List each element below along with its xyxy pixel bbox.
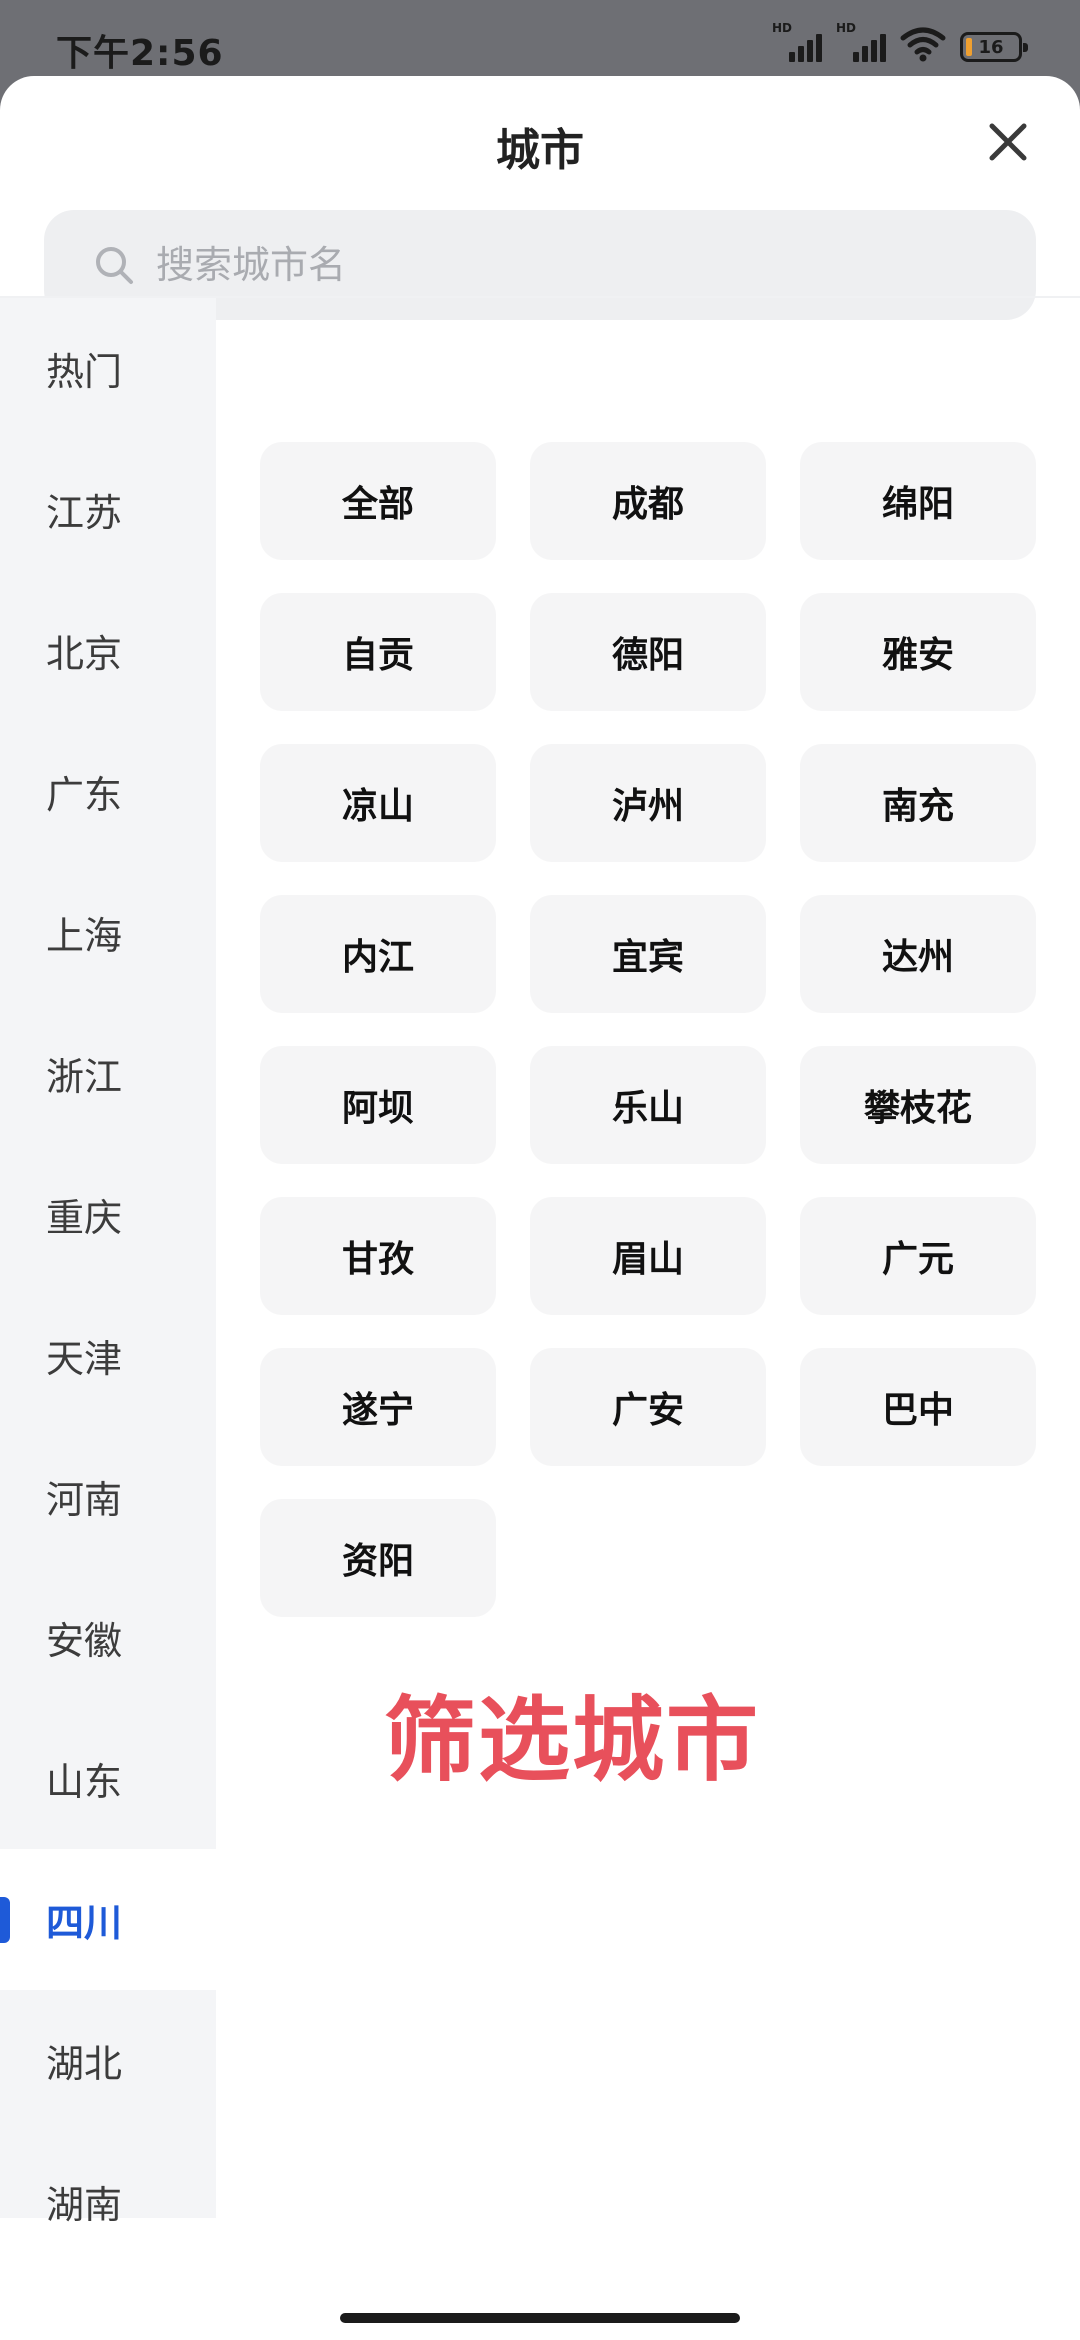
search-icon [92, 243, 136, 287]
city-button[interactable]: 广元 [800, 1197, 1036, 1315]
search-input[interactable] [154, 242, 938, 288]
city-button[interactable]: 达州 [800, 895, 1036, 1013]
city-button[interactable]: 绵阳 [800, 442, 1036, 560]
city-button[interactable]: 内江 [260, 895, 496, 1013]
annotation-label: 筛选城市 [384, 1687, 761, 1794]
sidebar-item-chongqing[interactable]: 重庆 [0, 1144, 216, 1285]
city-button[interactable]: 攀枝花 [800, 1046, 1036, 1164]
city-button[interactable]: 巴中 [800, 1348, 1036, 1466]
sidebar-item-label: 上海 [46, 914, 123, 958]
sidebar-item-shanghai[interactable]: 上海 [0, 862, 216, 1003]
sidebar-item-beijing[interactable]: 北京 [0, 580, 216, 721]
sidebar-item-jiangsu[interactable]: 江苏 [0, 439, 216, 580]
city-button[interactable]: 雅安 [800, 593, 1036, 711]
city-button[interactable]: 泸州 [530, 744, 766, 862]
city-grid: 全部 成都 绵阳 自贡 德阳 雅安 凉山 泸州 南充 内江 宜宾 达州 阿坝 乐… [260, 442, 1036, 1617]
sidebar-item-label: 山东 [46, 1760, 123, 1804]
sidebar-item-label: 四川 [46, 1901, 123, 1945]
city-picker-sheet: 城市 热门 江苏 北京 广东 上海 浙江 重庆 天津 河南 安徽 山东 四川 湖… [0, 76, 1080, 2340]
city-button[interactable]: 南充 [800, 744, 1036, 862]
sidebar-item-label: 浙江 [46, 1055, 123, 1099]
signal-icon: HD [836, 22, 886, 62]
city-button[interactable]: 全部 [260, 442, 496, 560]
city-button[interactable]: 宜宾 [530, 895, 766, 1013]
sidebar-item-anhui[interactable]: 安徽 [0, 1567, 216, 1708]
sidebar-item-label: 重庆 [46, 1196, 123, 1240]
city-button[interactable]: 资阳 [260, 1499, 496, 1617]
sidebar-item-label: 北京 [46, 632, 123, 676]
city-button[interactable]: 遂宁 [260, 1348, 496, 1466]
city-button[interactable]: 眉山 [530, 1197, 766, 1315]
city-button[interactable]: 甘孜 [260, 1197, 496, 1315]
sidebar-item-tianjin[interactable]: 天津 [0, 1285, 216, 1426]
network-type-label: HD [836, 21, 857, 35]
sidebar-item-label: 热门 [46, 350, 123, 394]
status-time: 下午2:56 [56, 33, 224, 74]
sidebar-item-label: 天津 [46, 1337, 123, 1381]
sidebar-item-label: 广东 [46, 773, 123, 817]
city-button[interactable]: 乐山 [530, 1046, 766, 1164]
province-sidebar: 热门 江苏 北京 广东 上海 浙江 重庆 天津 河南 安徽 山东 四川 湖北 湖… [0, 298, 216, 2227]
network-type-label: HD [772, 21, 793, 35]
sidebar-item-zhejiang[interactable]: 浙江 [0, 1003, 216, 1144]
status-bar: 下午2:56 HD HD 16 [0, 0, 1080, 76]
sidebar-item-hunan[interactable]: 湖南 [0, 2131, 216, 2272]
sheet-title: 城市 [496, 125, 584, 176]
battery-level: 16 [978, 36, 1004, 58]
sidebar-item-hubei[interactable]: 湖北 [0, 1990, 216, 2131]
sidebar-item-guangdong[interactable]: 广东 [0, 721, 216, 862]
city-button[interactable]: 成都 [530, 442, 766, 560]
sidebar-item-label: 江苏 [46, 491, 123, 535]
city-button[interactable]: 德阳 [530, 593, 766, 711]
sidebar-item-label: 河南 [46, 1478, 123, 1522]
city-button[interactable]: 广安 [530, 1348, 766, 1466]
city-button[interactable]: 阿坝 [260, 1046, 496, 1164]
sidebar-item-shandong[interactable]: 山东 [0, 1708, 216, 1849]
home-indicator[interactable] [340, 2313, 740, 2323]
sidebar-item-sichuan[interactable]: 四川 [0, 1849, 216, 1990]
status-icons: HD HD 16 [772, 22, 1028, 62]
close-icon [989, 123, 1027, 161]
wifi-icon [900, 26, 946, 62]
sidebar-item-label: 安徽 [46, 1619, 123, 1663]
city-button[interactable]: 凉山 [260, 744, 496, 862]
signal-icon: HD [772, 22, 822, 62]
active-indicator [0, 1897, 10, 1943]
close-button[interactable] [978, 112, 1038, 172]
sidebar-item-henan[interactable]: 河南 [0, 1426, 216, 1567]
city-button[interactable]: 自贡 [260, 593, 496, 711]
sidebar-item-label: 湖北 [46, 2042, 123, 2086]
sidebar-item-hot[interactable]: 热门 [0, 298, 216, 439]
sidebar-item-label: 湖南 [46, 2183, 123, 2227]
battery-icon: 16 [960, 32, 1028, 62]
